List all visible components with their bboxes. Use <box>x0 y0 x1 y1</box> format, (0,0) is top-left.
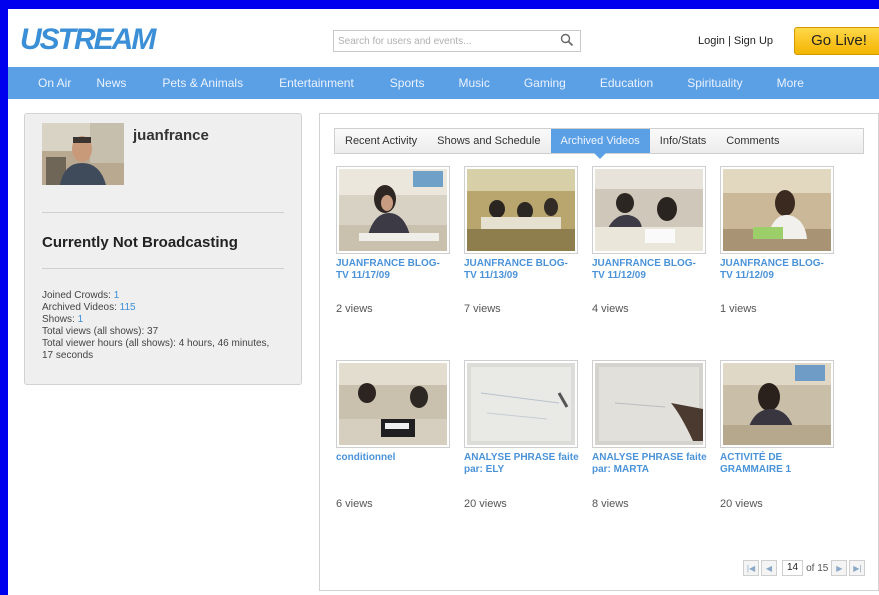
page: USTREAM Login | Sign Up Go Live! On Air … <box>8 9 879 595</box>
divider <box>42 212 284 213</box>
video-views: 4 views <box>592 303 629 315</box>
nav-item-gaming[interactable]: Gaming <box>524 76 566 90</box>
main-nav: On Air News Pets & Animals Entertainment… <box>8 67 879 99</box>
video-views: 2 views <box>336 303 373 315</box>
video-card[interactable]: conditionnel <box>336 360 452 464</box>
stat-shows: Shows: 1 <box>42 314 272 326</box>
video-title[interactable]: JUANFRANCE BLOG-TV 11/12/09 <box>720 258 836 282</box>
video-card[interactable]: JUANFRANCE BLOG-TV 11/12/09 <box>720 166 836 282</box>
video-card[interactable]: JUANFRANCE BLOG-TV 11/17/09 <box>336 166 452 282</box>
video-thumbnail[interactable] <box>464 360 578 448</box>
header: USTREAM Login | Sign Up Go Live! <box>8 9 879 67</box>
last-page-icon[interactable]: ▶| <box>849 560 866 576</box>
profile-sidebar: juanfrance Currently Not Broadcasting Jo… <box>24 113 302 385</box>
ustream-logo[interactable]: USTREAM <box>20 23 156 57</box>
page-total: of 15 <box>806 562 829 574</box>
stat-shows-value[interactable]: 1 <box>78 314 84 325</box>
browser-frame-left <box>0 0 8 595</box>
nav-item-education[interactable]: Education <box>600 76 653 90</box>
stat-label: Joined Crowds: <box>42 290 111 301</box>
video-title[interactable]: ANALYSE PHRASE faite par: ELY <box>464 452 580 476</box>
video-title[interactable]: JUANFRANCE BLOG-TV 11/17/09 <box>336 258 452 282</box>
tab-label: Archived Videos <box>560 135 640 147</box>
tab-comments[interactable]: Comments <box>716 129 789 153</box>
go-live-button[interactable]: Go Live! <box>794 27 879 55</box>
pagination: |◀ ◀ 14 of 15 ▶ ▶| <box>743 559 867 577</box>
stat-archived-videos-value[interactable]: 115 <box>120 302 136 313</box>
video-views: 1 views <box>720 303 757 315</box>
nav-item-more[interactable]: More <box>777 76 804 90</box>
signup-link[interactable]: Sign Up <box>734 35 773 47</box>
tab-recent-activity[interactable]: Recent Activity <box>335 129 427 153</box>
broadcast-status: Currently Not Broadcasting <box>42 234 238 251</box>
nav-item-entertainment[interactable]: Entertainment <box>279 76 354 90</box>
browser-frame-top <box>0 0 879 9</box>
nav-item-sports[interactable]: Sports <box>390 76 425 90</box>
page-number-input[interactable]: 14 <box>782 560 804 576</box>
video-views: 8 views <box>592 498 629 510</box>
stat-total-hours: Total viewer hours (all shows): 4 hours,… <box>42 338 270 361</box>
stat-total-views: Total views (all shows): 37 <box>42 326 159 337</box>
video-thumbnail[interactable] <box>592 360 706 448</box>
video-card[interactable]: ANALYSE PHRASE faite par: ELY <box>464 360 580 476</box>
video-thumbnail[interactable] <box>464 166 578 254</box>
tab-shows-schedule[interactable]: Shows and Schedule <box>427 129 550 153</box>
auth-links: Login | Sign Up <box>698 35 773 47</box>
stat-joined-crowds-value[interactable]: 1 <box>114 290 120 301</box>
video-views: 6 views <box>336 498 373 510</box>
profile-stats: Joined Crowds: 1 Archived Videos: 115 Sh… <box>42 290 272 362</box>
next-page-icon[interactable]: ▶ <box>831 560 848 576</box>
video-title[interactable]: JUANFRANCE BLOG-TV 11/12/09 <box>592 258 708 282</box>
video-views: 7 views <box>464 303 501 315</box>
channel-tabs: Recent Activity Shows and Schedule Archi… <box>334 128 864 159</box>
stat-joined-crowds: Joined Crowds: 1 <box>42 290 272 302</box>
video-card[interactable]: ANALYSE PHRASE faite par: MARTA <box>592 360 708 476</box>
tab-archived-videos[interactable]: Archived Videos <box>550 129 650 159</box>
nav-item-news[interactable]: News <box>96 76 126 90</box>
auth-separator: | <box>727 35 731 47</box>
nav-item-music[interactable]: Music <box>458 76 489 90</box>
stat-archived-videos: Archived Videos: 115 <box>42 302 272 314</box>
video-card[interactable]: ACTIVITÉ DE GRAMMAIRE 1 <box>720 360 836 476</box>
nav-item-on-air[interactable]: On Air <box>38 76 71 90</box>
video-thumbnail[interactable] <box>592 166 706 254</box>
tab-info-stats[interactable]: Info/Stats <box>650 129 716 153</box>
video-views: 20 views <box>720 498 763 510</box>
search-box[interactable] <box>333 30 581 52</box>
video-title[interactable]: JUANFRANCE BLOG-TV 11/13/09 <box>464 258 580 282</box>
nav-item-pets-animals[interactable]: Pets & Animals <box>162 76 243 90</box>
video-title[interactable]: ANALYSE PHRASE faite par: MARTA <box>592 452 708 476</box>
video-title[interactable]: ACTIVITÉ DE GRAMMAIRE 1 <box>720 452 836 476</box>
stat-label: Archived Videos: <box>42 302 117 313</box>
avatar[interactable] <box>42 123 124 185</box>
video-thumbnail[interactable] <box>336 360 450 448</box>
profile-username[interactable]: juanfrance <box>133 127 209 144</box>
prev-page-icon[interactable]: ◀ <box>761 560 777 576</box>
stat-label: Shows: <box>42 314 75 325</box>
login-link[interactable]: Login <box>698 35 725 47</box>
main-panel: Recent Activity Shows and Schedule Archi… <box>319 113 879 591</box>
video-thumbnail[interactable] <box>720 166 834 254</box>
video-thumbnail[interactable] <box>336 166 450 254</box>
active-tab-indicator <box>594 153 607 159</box>
video-views: 20 views <box>464 498 507 510</box>
video-thumbnail[interactable] <box>720 360 834 448</box>
search-input[interactable] <box>338 33 548 49</box>
video-card[interactable]: JUANFRANCE BLOG-TV 11/13/09 <box>464 166 580 282</box>
first-page-icon[interactable]: |◀ <box>743 560 759 576</box>
nav-item-spirituality[interactable]: Spirituality <box>687 76 742 90</box>
video-title[interactable]: conditionnel <box>336 452 452 464</box>
video-card[interactable]: JUANFRANCE BLOG-TV 11/12/09 <box>592 166 708 282</box>
search-icon[interactable] <box>560 33 574 47</box>
divider <box>42 268 284 269</box>
